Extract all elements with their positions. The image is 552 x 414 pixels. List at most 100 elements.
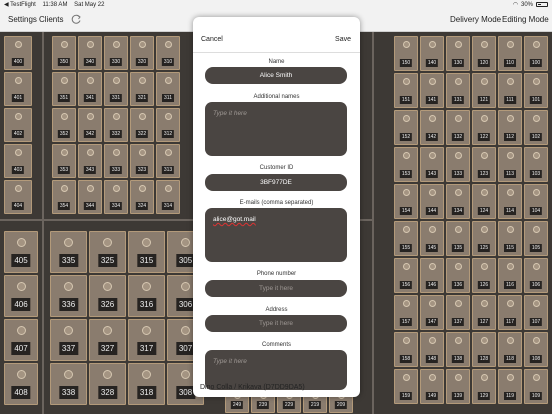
locker[interactable]: 312 [156,108,180,142]
locker[interactable]: 117 [498,295,522,330]
settings-button[interactable]: Settings [8,15,37,24]
locker[interactable]: 310 [156,36,180,70]
locker[interactable]: 104 [524,184,548,219]
locker[interactable]: 119 [498,369,522,404]
locker[interactable]: 400 [4,36,32,70]
locker[interactable]: 351 [52,72,76,106]
locker[interactable]: 109 [524,369,548,404]
locker[interactable]: 132 [446,110,470,145]
locker[interactable]: 123 [472,147,496,182]
locker[interactable]: 158 [394,332,418,367]
locker[interactable]: 330 [104,36,128,70]
locker[interactable]: 152 [394,110,418,145]
locker[interactable]: 336 [50,275,87,317]
locker[interactable]: 316 [128,275,165,317]
locker[interactable]: 353 [52,144,76,178]
locker[interactable]: 140 [420,36,444,71]
locker[interactable]: 407 [4,319,38,361]
locker[interactable]: 325 [89,231,126,273]
locker[interactable]: 328 [89,363,126,405]
locker[interactable]: 404 [4,180,32,214]
locker[interactable]: 155 [394,221,418,256]
save-button[interactable]: Save [335,36,351,43]
locker[interactable]: 311 [156,72,180,106]
locker[interactable]: 150 [394,36,418,71]
locker[interactable]: 350 [52,36,76,70]
clients-button[interactable]: Clients [39,15,63,24]
locker[interactable]: 344 [78,180,102,214]
locker[interactable]: 159 [394,369,418,404]
locker[interactable]: 144 [420,184,444,219]
locker[interactable]: 124 [472,184,496,219]
editing-mode-button[interactable]: Editing Mode [502,15,549,24]
cancel-button[interactable]: Cancel [201,36,223,43]
delivery-mode-button[interactable]: Delivery Mode [450,15,501,24]
locker[interactable]: 332 [104,108,128,142]
locker[interactable]: 116 [498,258,522,293]
locker[interactable]: 100 [524,36,548,71]
refresh-icon[interactable] [70,13,82,25]
locker[interactable]: 125 [472,221,496,256]
locker[interactable]: 324 [130,180,154,214]
locker[interactable]: 157 [394,295,418,330]
locker[interactable]: 146 [420,258,444,293]
locker[interactable]: 401 [4,72,32,106]
locker[interactable]: 128 [472,332,496,367]
locker[interactable]: 153 [394,147,418,182]
locker[interactable]: 326 [89,275,126,317]
locker[interactable]: 317 [128,319,165,361]
additional-names-field[interactable]: Type it here [205,102,347,156]
locker[interactable]: 131 [446,73,470,108]
locker[interactable]: 333 [104,144,128,178]
locker[interactable]: 313 [156,144,180,178]
locker[interactable]: 136 [446,258,470,293]
locker[interactable]: 107 [524,295,548,330]
locker[interactable]: 110 [498,36,522,71]
locker[interactable]: 130 [446,36,470,71]
locker[interactable]: 338 [50,363,87,405]
locker[interactable]: 115 [498,221,522,256]
locker[interactable]: 354 [52,180,76,214]
phone-field[interactable]: Type it here [205,280,347,297]
locker[interactable]: 114 [498,184,522,219]
locker[interactable]: 139 [446,369,470,404]
locker[interactable]: 102 [524,110,548,145]
locker[interactable]: 405 [4,231,38,273]
locker[interactable]: 149 [420,369,444,404]
locker[interactable]: 314 [156,180,180,214]
locker[interactable]: 148 [420,332,444,367]
locker[interactable]: 340 [78,36,102,70]
locker[interactable]: 126 [472,258,496,293]
locker[interactable]: 408 [4,363,38,405]
locker[interactable]: 135 [446,221,470,256]
locker[interactable]: 341 [78,72,102,106]
locker[interactable]: 106 [524,258,548,293]
customer-id-field[interactable]: 3BF977DE [205,174,347,191]
locker[interactable]: 315 [128,231,165,273]
locker[interactable]: 122 [472,110,496,145]
locker[interactable]: 320 [130,36,154,70]
locker[interactable]: 137 [446,295,470,330]
locker[interactable]: 120 [472,36,496,71]
locker[interactable]: 111 [498,73,522,108]
locker[interactable]: 129 [472,369,496,404]
locker[interactable]: 121 [472,73,496,108]
locker[interactable]: 403 [4,144,32,178]
locker[interactable]: 331 [104,72,128,106]
locker[interactable]: 113 [498,147,522,182]
locker[interactable]: 154 [394,184,418,219]
locker[interactable]: 156 [394,258,418,293]
locker[interactable]: 352 [52,108,76,142]
locker[interactable]: 323 [130,144,154,178]
locker[interactable]: 334 [104,180,128,214]
locker[interactable]: 112 [498,110,522,145]
locker[interactable]: 143 [420,147,444,182]
locker[interactable]: 147 [420,295,444,330]
emails-field[interactable]: alice@got.mail [205,208,347,262]
name-field[interactable]: Alice Smith [205,67,347,84]
locker[interactable]: 337 [50,319,87,361]
address-field[interactable]: Type it here [205,315,347,332]
locker[interactable]: 105 [524,221,548,256]
locker[interactable]: 138 [446,332,470,367]
locker[interactable]: 342 [78,108,102,142]
